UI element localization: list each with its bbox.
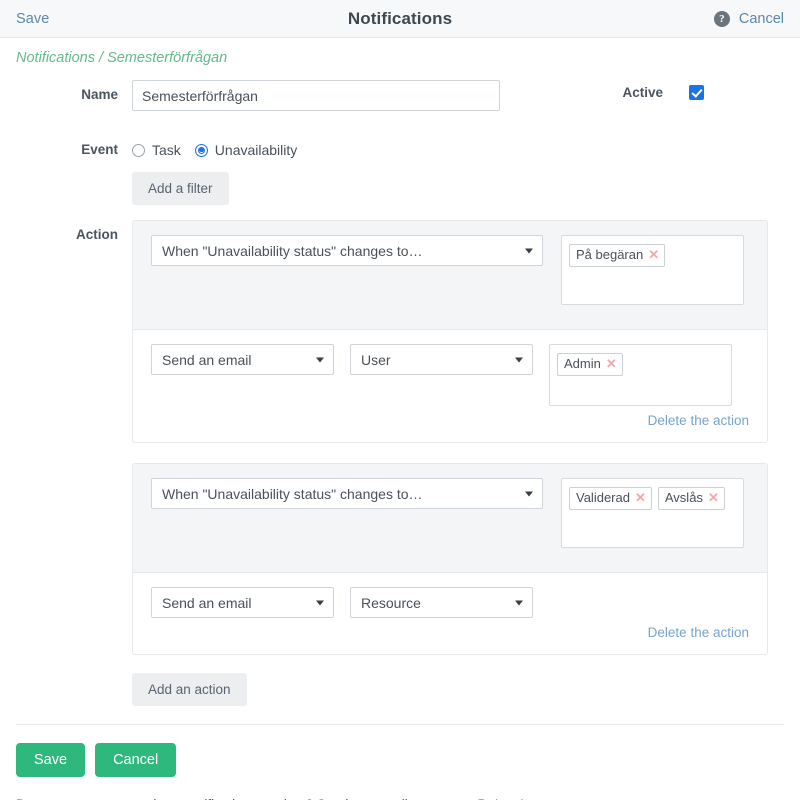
tag-item[interactable]: Validerad ✕ — [569, 487, 652, 510]
event-radio-group: Task Unavailability — [132, 142, 297, 158]
toolbar-save-link[interactable]: Save — [16, 11, 49, 27]
save-button[interactable]: Save — [16, 743, 86, 777]
chevron-down-icon — [515, 600, 523, 605]
add-action-button[interactable]: Add an action — [132, 673, 247, 706]
condition-tag-box[interactable]: På begäran ✕ — [561, 235, 744, 305]
event-radio-unavailability[interactable]: Unavailability — [194, 142, 298, 158]
tag-label: Avslås — [664, 490, 703, 505]
action-panel: When "Unavailability status" changes to…… — [132, 463, 768, 655]
chevron-down-icon — [525, 491, 533, 496]
event-radio-unavailability-label: Unavailability — [214, 142, 298, 158]
condition-select[interactable]: When "Unavailability status" changes to… — [151, 478, 543, 509]
event-radio-task-label: Task — [152, 142, 181, 158]
event-row: Event Task Unavailability — [0, 128, 800, 172]
active-group: Active — [622, 85, 704, 100]
action-target-row: Send an email Resource — [133, 573, 767, 624]
action-type-select[interactable]: Send an email — [151, 587, 334, 618]
add-filter-button[interactable]: Add a filter — [132, 172, 229, 205]
action-condition-row: When "Unavailability status" changes to…… — [133, 221, 767, 330]
condition-select-value: When "Unavailability status" changes to… — [162, 485, 423, 502]
delete-action-link[interactable]: Delete the action — [648, 625, 749, 640]
action-target-row: Send an email User Admin ✕ — [133, 330, 767, 412]
radio-unchecked-icon — [132, 143, 145, 157]
tag-label: Validerad — [576, 490, 630, 505]
notification-editor-page: Save Notifications ? Cancel Notification… — [0, 0, 800, 800]
tag-label: Admin — [564, 356, 601, 371]
chevron-down-icon — [316, 357, 324, 362]
tag-label: På begäran — [576, 247, 644, 262]
condition-select-value: When "Unavailability status" changes to… — [162, 242, 423, 259]
notification-form: Name Active Event Task Unavailability — [0, 66, 800, 706]
top-toolbar: Save Notifications ? Cancel — [0, 0, 800, 38]
action-condition-row: When "Unavailability status" changes to…… — [133, 464, 767, 573]
condition-select[interactable]: When "Unavailability status" changes to… — [151, 235, 543, 266]
condition-tag-box[interactable]: Validerad ✕ Avslås ✕ — [561, 478, 744, 548]
recipient-type-select-value: Resource — [361, 594, 421, 611]
action-section: Action When "Unavailability status" chan… — [0, 220, 800, 675]
recipient-type-select[interactable]: Resource — [350, 587, 533, 618]
tag-remove-icon[interactable]: ✕ — [708, 490, 719, 506]
action-type-select-value: Send an email — [162, 351, 252, 368]
delete-action-wrap: Delete the action — [133, 412, 767, 442]
action-label: Action — [76, 227, 118, 242]
tag-remove-icon[interactable]: ✕ — [606, 356, 617, 372]
action-panel: When "Unavailability status" changes to…… — [132, 220, 768, 443]
action-panels: When "Unavailability status" changes to…… — [132, 220, 768, 675]
active-label: Active — [622, 85, 663, 100]
event-radio-task[interactable]: Task — [132, 142, 181, 158]
tag-item[interactable]: Admin ✕ — [557, 353, 623, 376]
active-checkbox[interactable] — [689, 85, 704, 100]
event-label: Event — [81, 142, 118, 157]
add-action-row: Add an action — [0, 673, 800, 706]
name-label: Name — [81, 87, 118, 102]
filter-row: Add a filter — [0, 172, 800, 220]
chevron-down-icon — [515, 357, 523, 362]
recipient-type-select[interactable]: User — [350, 344, 533, 375]
cancel-button[interactable]: Cancel — [95, 743, 177, 777]
chevron-down-icon — [525, 248, 533, 253]
page-title: Notifications — [347, 8, 453, 28]
name-row: Name Active — [0, 80, 800, 128]
footer-button-bar: Save Cancel — [0, 725, 800, 777]
toolbar-cancel-link[interactable]: Cancel — [739, 11, 784, 27]
tag-item[interactable]: På begäran ✕ — [569, 244, 666, 267]
breadcrumb[interactable]: Notifications / Semesterförfrågan — [0, 38, 800, 66]
delete-action-link[interactable]: Delete the action — [648, 413, 749, 428]
help-circle-icon[interactable]: ? — [713, 10, 730, 27]
recipient-type-select-value: User — [361, 351, 391, 368]
footer-note: Do you want to customise a notification … — [0, 777, 800, 800]
tag-remove-icon[interactable]: ✕ — [635, 490, 646, 506]
name-input[interactable] — [132, 80, 500, 111]
chevron-down-icon — [316, 600, 324, 605]
recipient-tag-box[interactable]: Admin ✕ — [549, 344, 732, 406]
radio-checked-icon — [194, 143, 208, 157]
delete-action-wrap: Delete the action — [133, 624, 767, 654]
toolbar-right-group: ? Cancel — [713, 10, 784, 27]
action-type-select-value: Send an email — [162, 594, 252, 611]
action-type-select[interactable]: Send an email — [151, 344, 334, 375]
tag-remove-icon[interactable]: ✕ — [648, 247, 659, 263]
tag-item[interactable]: Avslås ✕ — [657, 487, 725, 510]
